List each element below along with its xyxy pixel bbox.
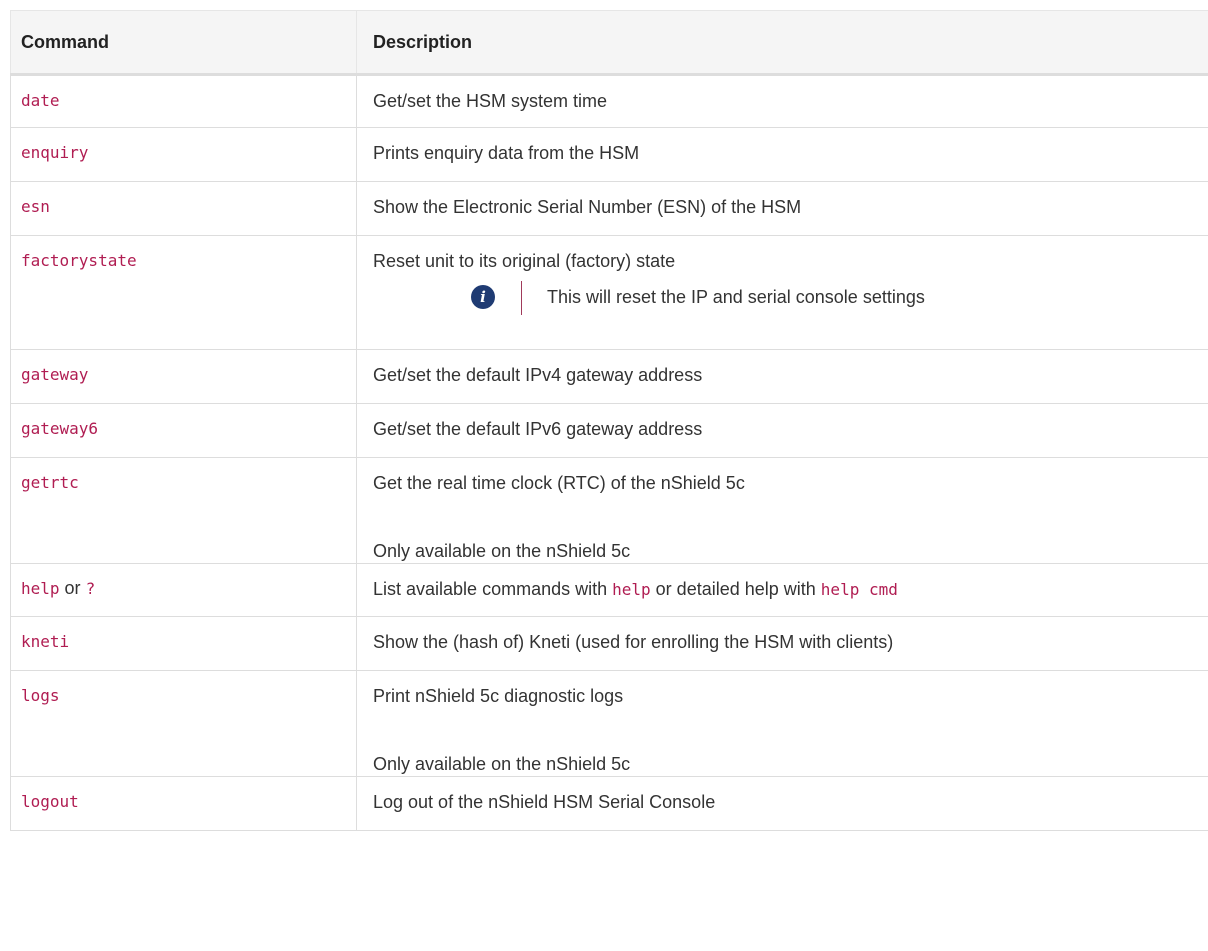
note-divider (521, 281, 522, 315)
command-name: factorystate (21, 251, 137, 270)
inline-code: help (612, 580, 651, 599)
command-name: logout (21, 792, 79, 811)
command-name: help (21, 579, 60, 598)
command-description: Get/set the default IPv4 gateway address (373, 365, 703, 385)
admonition-note: i This will reset the IP and serial cons… (357, 273, 1208, 327)
command-description: Get/set the default IPv6 gateway address (373, 419, 703, 439)
command-name: gateway (21, 365, 89, 384)
command-description: Show the Electronic Serial Number (ESN) … (373, 197, 802, 217)
availability-note: Only available on the nShield 5c (373, 754, 631, 774)
header-command: Command (10, 10, 357, 76)
command-name: kneti (21, 632, 70, 651)
table-row: gateway6 Get/set the default IPv6 gatewa… (10, 403, 1208, 458)
table-row: gateway Get/set the default IPv4 gateway… (10, 349, 1208, 404)
note-text: This will reset the IP and serial consol… (547, 287, 925, 307)
command-description: Get/set the HSM system time (373, 91, 608, 111)
description-text: List available commands with (373, 579, 608, 599)
description-text: or detailed help with (655, 579, 816, 599)
command-name: esn (21, 197, 50, 216)
table-row: logout Log out of the nShield HSM Serial… (10, 776, 1208, 831)
command-name: enquiry (21, 143, 89, 162)
table-row: logs Print nShield 5c diagnostic logs On… (10, 670, 1208, 777)
command-reference: Command Description date Get/set the HSM… (0, 0, 1208, 951)
command-name: logs (21, 686, 60, 705)
command-description: List available commands with help or det… (357, 564, 1208, 602)
table-row: help or ? List available commands with h… (10, 563, 1208, 617)
table-header-row: Command Description (10, 10, 1208, 76)
table-row: date Get/set the HSM system time (10, 74, 1208, 128)
command-or: or (64, 578, 81, 598)
command-name: gateway6 (21, 419, 99, 438)
info-icon: i (471, 285, 495, 309)
command-name: date (21, 91, 60, 110)
command-description: Get the real time clock (RTC) of the nSh… (373, 473, 745, 493)
command-alias: ? (85, 579, 96, 598)
table-row: getrtc Get the real time clock (RTC) of … (10, 457, 1208, 564)
table-row: kneti Show the (hash of) Kneti (used for… (10, 616, 1208, 671)
commands-table: Command Description date Get/set the HSM… (10, 10, 1208, 831)
command-description: Log out of the nShield HSM Serial Consol… (373, 792, 716, 812)
table-row: esn Show the Electronic Serial Number (E… (10, 181, 1208, 236)
table-row: enquiry Prints enquiry data from the HSM (10, 127, 1208, 182)
command-name: getrtc (21, 473, 79, 492)
command-description: Reset unit to its original (factory) sta… (373, 251, 676, 271)
command-description: Show the (hash of) Kneti (used for enrol… (373, 632, 894, 652)
command-description: Print nShield 5c diagnostic logs (373, 686, 624, 706)
command-description: Prints enquiry data from the HSM (373, 143, 640, 163)
table-row: factorystate Reset unit to its original … (10, 235, 1208, 350)
header-description: Description (356, 10, 1208, 76)
availability-note: Only available on the nShield 5c (373, 541, 631, 561)
inline-code: help cmd (820, 580, 898, 599)
